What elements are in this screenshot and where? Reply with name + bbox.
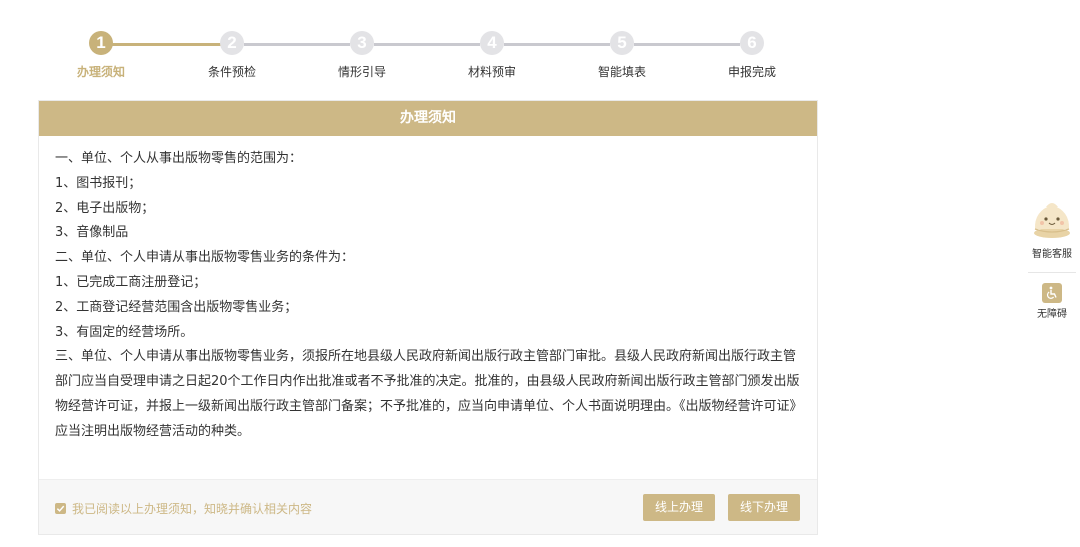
smart-service-widget[interactable]: 智能客服 <box>1024 195 1080 260</box>
step-5: 5 智能填表 <box>562 31 682 80</box>
step-label: 申报完成 <box>727 65 776 79</box>
step-label: 情形引导 <box>337 65 386 79</box>
notice-paragraph: 3、音像制品 <box>55 225 129 241</box>
step-label: 办理须知 <box>76 65 125 79</box>
step-number: 3 <box>350 31 374 55</box>
agree-text: 我已阅读以上办理须知，知晓并确认相关内容 <box>72 502 313 516</box>
agree-checkbox-row[interactable]: 我已阅读以上办理须知，知晓并确认相关内容 <box>55 500 312 517</box>
floating-tools: 智能客服 无障碍 <box>1024 195 1080 320</box>
progress-stepper: 1 办理须知 2 条件预检 3 情形引导 4 材料预审 5 智能填表 6 申报完… <box>0 0 860 95</box>
notice-paragraph: 3、有固定的经营场所。 <box>55 324 194 340</box>
step-2: 2 条件预检 <box>172 31 292 80</box>
step-label: 条件预检 <box>207 65 256 79</box>
notice-paragraph: 二、单位、个人申请从事出版物零售业务的条件为： <box>55 250 355 266</box>
step-1: 1 办理须知 <box>41 31 161 80</box>
step-number: 5 <box>610 31 634 55</box>
step-number: 6 <box>740 31 764 55</box>
accessibility-icon <box>1042 283 1062 303</box>
step-3: 3 情形引导 <box>302 31 422 80</box>
notice-paragraph: 2、工商登记经营范围含出版物零售业务； <box>55 299 298 315</box>
notice-paragraph: 1、图书报刊； <box>55 175 142 191</box>
offline-apply-button[interactable]: 线下办理 <box>728 494 800 521</box>
notice-paragraph: 三、单位、个人申请从事出版物零售业务，须报所在地县级人民政府新闻出版行政主管部门… <box>55 349 800 439</box>
divider <box>1028 272 1076 273</box>
notice-paragraph: 2、电子出版物； <box>55 200 155 216</box>
online-apply-button[interactable]: 线上办理 <box>643 494 715 521</box>
step-number: 2 <box>220 31 244 55</box>
step-6: 6 申报完成 <box>692 31 812 80</box>
card-footer: 我已阅读以上办理须知，知晓并确认相关内容 线上办理 线下办理 <box>39 479 817 534</box>
notice-paragraph: 一、单位、个人从事出版物零售的范围为： <box>55 151 303 166</box>
step-number: 1 <box>89 31 113 55</box>
step-4: 4 材料预审 <box>432 31 552 80</box>
accessibility-label: 无障碍 <box>1037 309 1067 320</box>
card-title: 办理须知 <box>39 101 817 136</box>
mascot-icon <box>1034 203 1070 238</box>
service-label: 智能客服 <box>1032 249 1072 260</box>
step-label: 材料预审 <box>467 65 516 79</box>
accessibility-widget[interactable]: 无障碍 <box>1024 283 1080 320</box>
notice-card: 办理须知 一、单位、个人从事出版物零售的范围为： 1、图书报刊； 2、电子出版物… <box>38 100 818 535</box>
notice-content: 一、单位、个人从事出版物零售的范围为： 1、图书报刊； 2、电子出版物； 3、音… <box>39 136 817 480</box>
notice-paragraph: 1、已完成工商注册登记； <box>55 274 207 290</box>
step-label: 智能填表 <box>597 65 646 79</box>
step-number: 4 <box>480 31 504 55</box>
checkbox-checked-icon[interactable] <box>55 503 66 514</box>
